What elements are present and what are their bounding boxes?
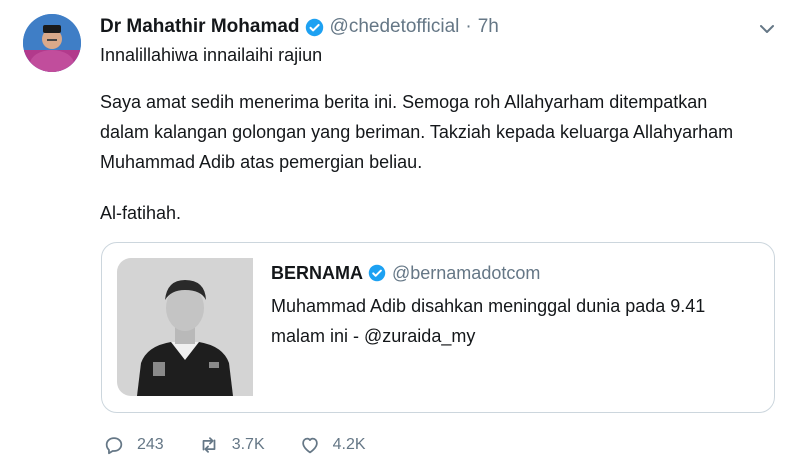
quoted-tweet-photo (117, 258, 253, 396)
reply-icon (105, 437, 123, 455)
separator-dot: · (465, 16, 472, 37)
quoted-tweet-card[interactable]: BERNAMA @bernamadotcom Muhammad Adib dis… (101, 242, 775, 413)
reply-count: 243 (137, 436, 164, 453)
tweet-text-line: dalam kalangan golongan yang beriman. Ta… (100, 122, 734, 142)
tweet-actions: 243 3.7K 4.2K (103, 432, 400, 458)
quoted-tweet-header: BERNAMA @bernamadotcom (271, 261, 540, 285)
retweet-icon (202, 437, 216, 453)
quoted-tweet-text: Muhammad Adib disahkan meninggal dunia p… (271, 291, 705, 351)
reply-button[interactable]: 243 (103, 434, 164, 456)
like-count: 4.2K (332, 436, 366, 453)
quoted-text-line: Muhammad Adib disahkan meninggal dunia p… (271, 296, 706, 316)
like-button[interactable]: 4.2K (299, 434, 366, 456)
quoted-text-line: malam ini - @zuraida_my (271, 326, 476, 346)
tweet-timestamp[interactable]: 7h (478, 16, 499, 38)
tweet-text-line: Al-fatihah. (100, 203, 182, 223)
tweet-header: Dr Mahathir Mohamad @chedetofficial · 7h (100, 14, 499, 40)
like-icon (301, 437, 318, 454)
quoted-author-name[interactable]: BERNAMA (271, 263, 363, 284)
verified-badge-icon (305, 18, 324, 37)
verified-badge-icon (368, 264, 386, 282)
retweet-count: 3.7K (231, 436, 265, 453)
quoted-author-handle[interactable]: @bernamadotcom (392, 263, 540, 284)
tweet: Dr Mahathir Mohamad @chedetofficial · 7h… (0, 0, 800, 462)
chevron-down-icon[interactable] (756, 18, 778, 40)
tweet-paragraph: Saya amat sedih menerima berita ini. Sem… (100, 87, 733, 177)
author-handle[interactable]: @chedetofficial (330, 16, 460, 38)
tweet-text-line: Innalillahiwa innailaihi rajiun (100, 45, 323, 65)
tweet-text-line: Saya amat sedih menerima berita ini. Sem… (100, 92, 708, 112)
author-name[interactable]: Dr Mahathir Mohamad (100, 16, 300, 38)
retweet-button[interactable]: 3.7K (198, 434, 265, 456)
author-avatar[interactable] (23, 14, 81, 72)
tweet-text-line: Muhammad Adib atas pemergian beliau. (100, 152, 423, 172)
